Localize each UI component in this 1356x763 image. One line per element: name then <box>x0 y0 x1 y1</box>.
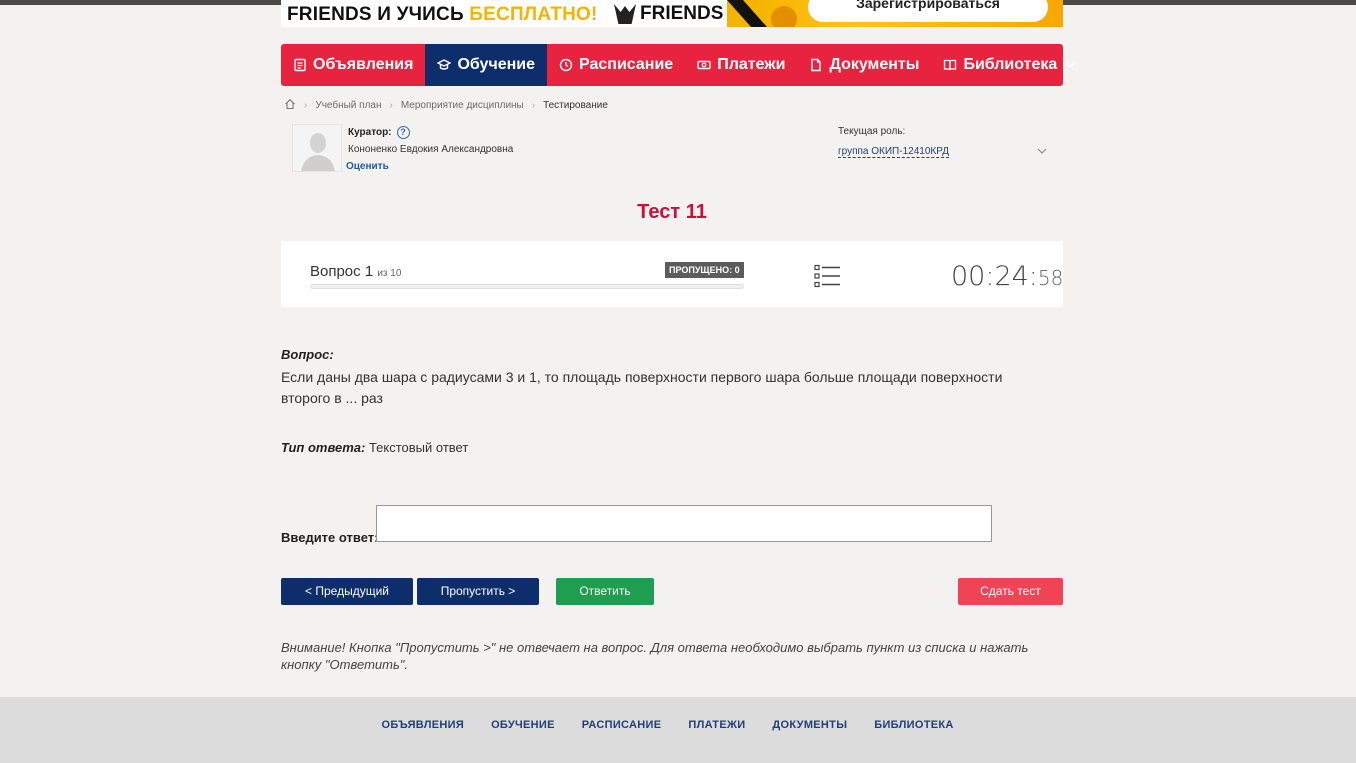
chevron-down-icon <box>1063 58 1077 72</box>
skip-warning: Внимание! Кнопка "Пропустить >" не отвеч… <box>281 640 1029 672</box>
nav-label: Платежи <box>717 56 786 73</box>
graduation-cap-icon <box>437 58 452 72</box>
fox-logo-icon <box>614 4 636 24</box>
footer-link-documents[interactable]: ДОКУМЕНТЫ <box>759 719 861 731</box>
person-silhouette-icon <box>293 125 341 171</box>
breadcrumb-current: Тестирование <box>543 100 608 111</box>
chevron-right-icon: › <box>531 100 536 111</box>
curator-name: Кононенко Евдокия Александровна <box>348 144 514 155</box>
curator-avatar <box>292 124 342 172</box>
banner-logo: FRIENDS <box>614 3 723 25</box>
nav-item-learning[interactable]: Обучение <box>425 44 548 86</box>
nav-label: Документы <box>829 56 920 73</box>
test-title: Тест 11 <box>637 201 707 223</box>
footer-link-announcements[interactable]: ОБЪЯВЛЕНИЯ <box>368 719 478 731</box>
footer-nav: ОБЪЯВЛЕНИЯ ОБУЧЕНИЕ РАСПИСАНИЕ ПЛАТЕЖИ Д… <box>368 719 967 731</box>
nav-item-library[interactable]: Библиотека <box>931 44 1089 86</box>
answer-input[interactable] <box>376 505 992 542</box>
question-label: Вопрос: <box>281 347 334 362</box>
chevron-right-icon: › <box>304 100 308 111</box>
answer-type: Тип ответа: Текстовый ответ <box>281 440 468 455</box>
curator-label: Куратор: ? <box>348 126 410 139</box>
banner-headline: FRIENDS И УЧИСЬ БЕСПЛАТНО! <box>287 4 598 26</box>
footer-link-learning[interactable]: ОБУЧЕНИЕ <box>478 719 569 731</box>
answer-type-label: Тип ответа: <box>281 440 366 455</box>
nav-label: Библиотека <box>963 56 1058 73</box>
ad-banner[interactable]: FRIENDS И УЧИСЬ БЕСПЛАТНО! FRIENDS Зарег… <box>281 0 1063 27</box>
skip-button[interactable]: Пропустить > <box>417 578 539 605</box>
footer-link-library[interactable]: БИБЛИОТЕКА <box>861 719 967 731</box>
help-icon[interactable]: ? <box>396 126 410 139</box>
coin-icon <box>771 6 797 27</box>
submit-test-button[interactable]: Сдать тест <box>958 578 1063 605</box>
question-number: Вопрос 1 <box>310 263 374 280</box>
nav-item-schedule[interactable]: Расписание <box>547 44 685 86</box>
previous-button[interactable]: < Предыдущий <box>281 578 413 605</box>
banner-text-main: FRIENDS И УЧИСЬ <box>287 4 470 25</box>
breadcrumb: › Учебный план › Мероприятие дисциплины … <box>284 98 608 113</box>
question-text: Если даны два шара с радиусами 3 и 1, то… <box>281 369 1003 406</box>
nav-label: Расписание <box>579 56 674 73</box>
role-label: Текущая роль: <box>838 126 906 137</box>
footer-link-payments[interactable]: ПЛАТЕЖИ <box>675 719 759 731</box>
timer-seconds: 58 <box>1037 266 1064 290</box>
question-counter: Вопрос 1 из 10 <box>310 263 401 280</box>
main-nav: Объявления Обучение Расписание Платежи Д… <box>281 44 1075 86</box>
nav-label: Объявления <box>313 56 414 73</box>
role-select[interactable]: группа ОКИП-12410КРД <box>838 146 1048 162</box>
nav-label: Обучение <box>457 56 536 73</box>
document-icon <box>809 58 823 72</box>
chevron-down-icon <box>1036 146 1048 159</box>
money-icon <box>697 58 711 72</box>
nav-item-announcements[interactable]: Объявления <box>281 44 425 86</box>
breadcrumb-link[interactable]: Учебный план <box>315 100 381 111</box>
footer-link-schedule[interactable]: РАСПИСАНИЕ <box>568 719 675 731</box>
banner-register-button[interactable]: Зарегистрироваться <box>808 0 1048 22</box>
answer-label: Введите ответ: <box>281 530 379 545</box>
skipped-badge: ПРОПУЩЕНО: 0 <box>665 262 744 278</box>
answer-button[interactable]: Ответить <box>556 578 654 605</box>
home-icon[interactable] <box>284 98 296 113</box>
question-total: из 10 <box>377 268 402 279</box>
answer-type-value: Текстовый ответ <box>365 440 469 455</box>
test-progress-panel: Вопрос 1 из 10 ПРОПУЩЕНО: 0 00:24:58 <box>281 241 1063 307</box>
clock-icon <box>559 58 573 72</box>
nav-item-payments[interactable]: Платежи <box>685 44 797 86</box>
progress-bar <box>310 284 744 289</box>
nav-item-documents[interactable]: Документы <box>797 44 931 86</box>
rate-curator-link[interactable]: Оценить <box>346 161 389 172</box>
chevron-right-icon: › <box>389 100 393 111</box>
banner-text-accent: БЕСПЛАТНО! <box>469 4 598 25</box>
book-icon <box>943 58 957 72</box>
banner-logo-text: FRIENDS <box>640 3 724 24</box>
curator-label-text: Куратор: <box>348 127 392 138</box>
timer-main: 00:24: <box>951 261 1038 292</box>
test-timer: 00:24:58 <box>951 261 1063 292</box>
question-list-icon[interactable] <box>814 264 842 288</box>
breadcrumb-link[interactable]: Мероприятие дисциплины <box>401 100 524 111</box>
footer: ОБЪЯВЛЕНИЯ ОБУЧЕНИЕ РАСПИСАНИЕ ПЛАТЕЖИ Д… <box>0 697 1356 763</box>
role-value: группа ОКИП-12410КРД <box>838 146 949 158</box>
newspaper-icon <box>293 58 307 72</box>
